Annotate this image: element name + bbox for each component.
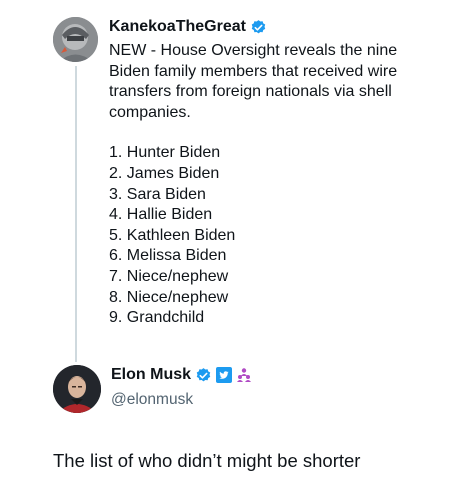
tweet-body: NEW - House Oversight reveals the nine B… — [109, 41, 429, 329]
list-item: 1. Hunter Biden — [109, 144, 221, 162]
reply-text: The list of who didn’t might be shorter — [53, 450, 361, 471]
blue-verified-check-icon[interactable] — [250, 19, 267, 36]
family-member-list: 1. Hunter Biden 2. James Biden 3. Sara B… — [109, 143, 429, 328]
list-item: 7. Niece/nephew — [109, 267, 229, 285]
list-item: 2. James Biden — [109, 164, 220, 182]
affiliate-people-icon[interactable] — [236, 367, 252, 383]
tweet-author-row: KanekoaTheGreat — [109, 18, 267, 36]
thread-connector-line — [75, 66, 77, 362]
list-item: 8. Niece/nephew — [109, 288, 229, 306]
avatar-image — [53, 365, 101, 413]
author-name[interactable]: Elon Musk — [111, 366, 191, 384]
elon-avatar[interactable] — [53, 365, 101, 413]
reply-author-row: Elon Musk — [111, 366, 252, 384]
list-item: 3. Sara Biden — [109, 185, 206, 203]
tweet-text: NEW - House Oversight reveals the nine B… — [109, 42, 398, 121]
blue-verified-check-icon[interactable] — [195, 367, 212, 384]
list-item: 5. Kathleen Biden — [109, 226, 236, 244]
list-item: 6. Melissa Biden — [109, 247, 227, 265]
list-item: 4. Hallie Biden — [109, 206, 213, 224]
twitter-logo-badge-icon[interactable] — [216, 367, 233, 383]
kanekoa-avatar[interactable] — [53, 17, 98, 62]
avatar-image — [53, 17, 98, 62]
list-item: 9. Grandchild — [109, 309, 205, 327]
author-handle[interactable]: @elonmusk — [111, 391, 193, 409]
author-name[interactable]: KanekoaTheGreat — [109, 18, 246, 36]
